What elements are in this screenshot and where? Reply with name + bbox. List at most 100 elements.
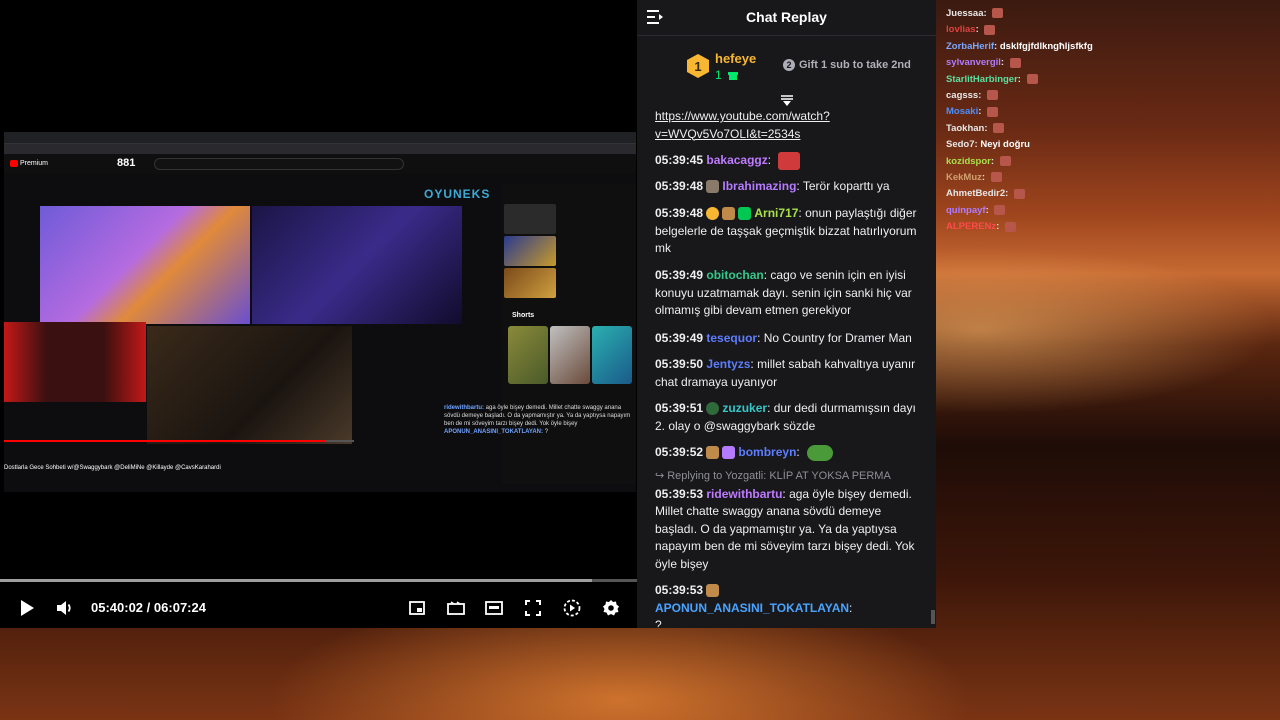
chat-message: 05:39:51 zuzuker: dur dedi durmamışsın d… [655, 401, 916, 433]
message-username[interactable]: bombreyn [738, 445, 796, 459]
youtube-sidebar: Shorts [502, 184, 636, 484]
webcam-2 [252, 206, 462, 324]
webcam-4 [147, 326, 352, 444]
leaderboard-pinned[interactable]: 1 hefeye 1 2 Gift 1 sub to take 2nd [637, 37, 936, 97]
seek-bar[interactable] [0, 579, 637, 582]
seek-buffer [0, 579, 593, 582]
message-username[interactable]: tesequor [706, 331, 757, 345]
overlay-username: Juessaa [946, 8, 984, 19]
emote-icon [984, 24, 996, 35]
play-button[interactable] [16, 597, 38, 619]
overlay-username: KekMuz [946, 172, 982, 183]
current-time: 05:40:02 [91, 600, 144, 615]
gifter-badge-icon [722, 446, 736, 460]
browser-address-bar [4, 144, 636, 154]
message-username[interactable]: Jentyzs [706, 357, 750, 371]
chat-message: 05:39:45 bakacaggz: [655, 152, 919, 170]
emote-icon [992, 8, 1004, 19]
short-thumbnail [508, 326, 548, 384]
overlay-chat-row: Mosaki: [946, 104, 999, 120]
chat-message: 05:39:48 Ibrahimazing: Terör kopart­tı y… [655, 179, 890, 194]
emote-icon [1013, 188, 1025, 199]
emote-icon [987, 106, 999, 117]
youtube-logo: Premium [10, 158, 56, 170]
miniplayer-button[interactable] [406, 597, 428, 619]
viewer-count: 881 [117, 157, 136, 169]
rank-badge-icon [706, 207, 720, 221]
emote-icon [994, 205, 1006, 216]
browser-tabs [4, 132, 636, 144]
message-link[interactable]: https://www.youtube.com/watch?v=WVQv5Vo7… [655, 109, 830, 141]
message-username[interactable]: Ibrahimazing [722, 179, 796, 193]
message-text: ? [655, 618, 662, 628]
overlay-chat-row: lovlias: [946, 22, 996, 38]
stream-brand: OYUNEKS [424, 187, 491, 201]
chat-message: 05:39:53 APONUN_ANASINI_TOKATLAYAN:? [655, 582, 919, 628]
overlay-chat-row: Taokhan: [946, 121, 1005, 137]
gift-icon [728, 72, 739, 80]
chat-title: Chat Replay [746, 9, 827, 25]
gifter-badge-icon [738, 207, 752, 221]
sidebar-thumbnail [504, 268, 556, 298]
volume-icon [57, 601, 71, 615]
short-thumbnail [550, 326, 590, 384]
overlay-username: quinpayf [946, 204, 986, 216]
emote-icon [993, 123, 1005, 134]
top-gifter-username: hefeye [715, 51, 757, 66]
pip-icon [485, 601, 503, 615]
theater-button[interactable] [445, 597, 467, 619]
overlay-text: Neyi doğru [980, 139, 1030, 151]
message-username[interactable]: bakacaggz [706, 153, 767, 167]
stream-chat-overlay: ridewithbartu: aga öyle bişey demedi. Mi… [444, 404, 634, 436]
volume-button[interactable] [54, 597, 76, 619]
overlay-chat-row: kozidspor: [946, 154, 1011, 170]
overlay-username: Mosaki [946, 106, 979, 118]
message-username[interactable]: APONUN_ANASINI_TOKATLAYAN [655, 601, 849, 615]
overlay-username: lovlias [946, 24, 976, 36]
message-username[interactable]: ridewithbartu [706, 487, 782, 501]
chat-scrollbar[interactable] [931, 610, 935, 624]
message-time: 05:39:49 [655, 268, 704, 282]
overlay-username: kozidspor [946, 155, 991, 167]
fullscreen-button[interactable] [522, 597, 544, 619]
miniplayer-icon [409, 601, 425, 615]
sub-tier-badge-icon [706, 446, 720, 460]
gift-count: 1 [715, 68, 722, 82]
top-gifter-count: 1 [715, 68, 739, 82]
pip-button[interactable] [483, 597, 505, 619]
chat-message: 05:39:49 obitochan: cago ve senin için e… [655, 268, 912, 317]
settings-button[interactable] [600, 597, 622, 619]
overlay-chat-row: ALPERENz: [946, 219, 1016, 235]
emote-icon [999, 156, 1011, 167]
gift-to-rank-text: 2 Gift 1 sub to take 2nd [783, 59, 911, 71]
chat-header: Chat Replay [637, 0, 936, 36]
speed-button[interactable] [561, 597, 583, 619]
message-time: 05:39:45 [655, 153, 704, 168]
message-username[interactable]: zuzuker [722, 401, 767, 415]
video-frame: Premium 881 OYUNEKS Shorts ridewithbartu… [4, 132, 636, 492]
overlay-username: ZorbaHerif [946, 40, 995, 52]
collapse-pinned-icon[interactable] [780, 95, 794, 107]
play-icon [21, 600, 34, 616]
message-username[interactable]: obitochan [706, 268, 763, 282]
overlay-chat-row: quinpayf: [946, 203, 1006, 219]
chat-replay-panel: Chat Replay 1 hefeye 1 2 Gift 1 sub to ta… [637, 0, 936, 628]
message-time: 05:39:49 [655, 331, 704, 345]
overlay-username: AhmetBedir2 [946, 188, 1006, 200]
message-username[interactable]: Arni717 [754, 206, 798, 220]
chat-message: 05:39:52 bombreyn: [655, 444, 919, 462]
settings-icon [603, 600, 619, 616]
gold-rank-badge-icon: 1 [687, 54, 709, 78]
overlay-chat-row: cagsss: [946, 88, 999, 104]
chat-message: 05:39:49 tesequor: No Country for Dramer… [655, 331, 912, 345]
emote-icon [1026, 74, 1038, 85]
message-time: 05:39:48 [655, 179, 704, 193]
message-text: Terör kopart­tı ya [802, 179, 890, 193]
speed-icon [563, 599, 581, 617]
overlay-username: Taokhan [946, 122, 985, 134]
emote-icon [990, 172, 1002, 183]
webcam-1 [40, 206, 250, 324]
fullscreen-icon [525, 600, 541, 616]
overlay-chat-row: StarlitHarbinger: [946, 72, 1038, 88]
overlay-username: ALPERENz [946, 221, 997, 233]
